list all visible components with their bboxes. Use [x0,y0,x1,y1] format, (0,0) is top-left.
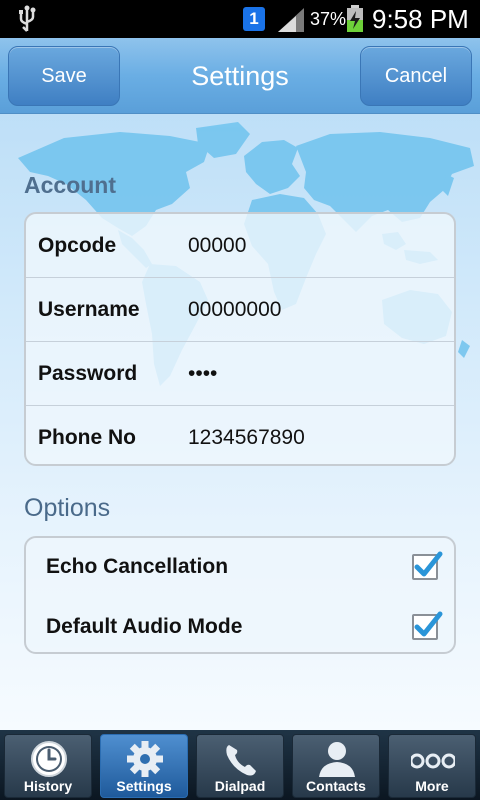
username-field[interactable]: 00000000 [188,278,281,341]
tab-more[interactable]: More [388,734,476,798]
person-icon [319,742,355,777]
tab-dialpad[interactable]: Dialpad [196,734,284,798]
notification-icon: 1 [243,7,265,31]
clock-icon [31,741,67,777]
account-panel: Opcode 00000 Username 00000000 Password … [24,212,456,466]
opcode-row[interactable]: Opcode 00000 [26,214,454,277]
password-field[interactable]: •••• [188,342,217,405]
default-audio-mode-checkbox[interactable] [412,611,443,640]
save-button[interactable]: Save [8,46,120,106]
opcode-label: Opcode [38,234,117,257]
password-row[interactable]: Password •••• [26,341,454,404]
phone-row[interactable]: Phone No 1234567890 [26,405,454,468]
echo-cancellation-checkbox[interactable] [412,551,443,580]
battery-percent: 37% [310,9,347,29]
checkmark-icon [414,611,443,637]
phone-label: Phone No [38,426,136,449]
tab-contacts[interactable]: Contacts [292,734,380,798]
username-row[interactable]: Username 00000000 [26,277,454,340]
more-icon [411,753,455,769]
tab-label: History [23,778,73,794]
checkmark-icon [414,551,443,577]
bottom-tab-bar: History Settings Dialpad Contacts More [0,730,480,800]
echo-cancellation-row[interactable]: Echo Cancellation [26,538,454,596]
gear-icon [127,741,163,777]
usb-icon [19,5,36,32]
phone-field[interactable]: 1234567890 [188,406,305,469]
title-bar: Save Settings Cancel [0,38,480,114]
opcode-field[interactable]: 00000 [188,214,246,277]
settings-screen: Save Settings Cancel Account Opcode 0000… [0,38,480,730]
username-label: Username [38,298,140,321]
tab-label: Contacts [306,778,366,794]
tab-label: More [415,778,449,794]
tab-label: Settings [116,778,172,794]
phone-icon [226,745,256,776]
password-label: Password [38,362,138,385]
page-title: Settings [191,61,289,91]
default-audio-mode-label: Default Audio Mode [46,615,243,638]
cancel-button[interactable]: Cancel [360,46,472,106]
clock: 9:58 PM [372,4,469,34]
options-panel: Echo Cancellation Default Audio Mode [24,536,456,654]
echo-cancellation-label: Echo Cancellation [46,555,229,578]
signal-icon [278,8,304,32]
tab-settings[interactable]: Settings [100,734,188,798]
tab-history[interactable]: History [4,734,92,798]
battery-charging-icon [347,5,363,32]
tab-label: Dialpad [214,778,266,794]
default-audio-mode-row[interactable]: Default Audio Mode [26,598,454,656]
status-bar: 1 37% 9:58 PM [0,0,480,38]
options-section-title: Options [24,494,111,522]
account-section-title: Account [24,172,116,198]
